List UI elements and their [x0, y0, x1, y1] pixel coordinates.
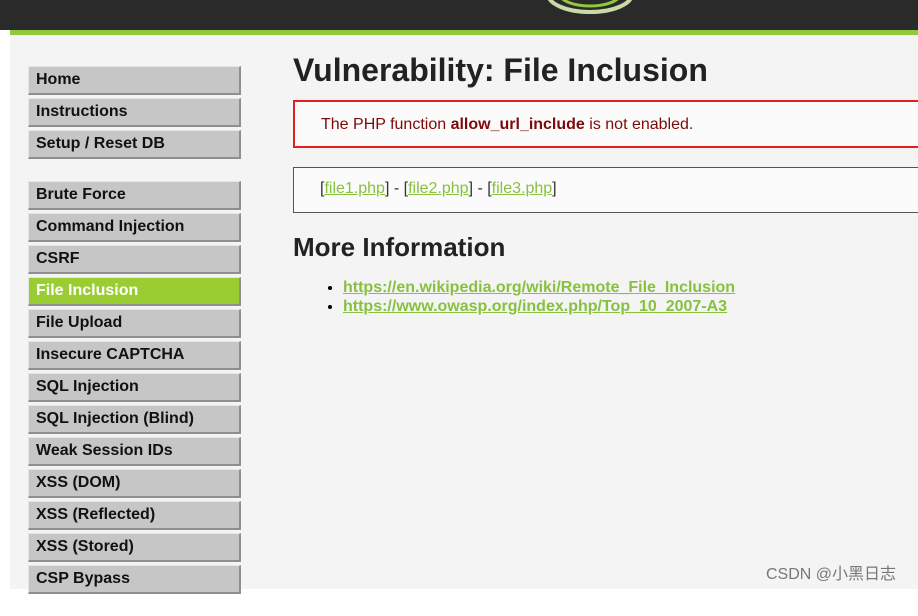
list-item: https://www.owasp.org/index.php/Top_10_2… [343, 297, 735, 316]
menu-item-instructions[interactable]: Instructions [28, 98, 241, 127]
warning-suffix: is not enabled. [584, 116, 694, 133]
file1-link[interactable]: file1.php [324, 180, 385, 197]
menu-item-csp-bypass[interactable]: CSP Bypass [28, 565, 241, 594]
sidebar-menu: Home Instructions Setup / Reset DB Brute… [28, 66, 241, 616]
bracket-close: ] [552, 180, 557, 197]
page-title: Vulnerability: File Inclusion [293, 52, 708, 88]
menu-item-xss-stored[interactable]: XSS (Stored) [28, 533, 241, 562]
owasp-top10-link[interactable]: https://www.owasp.org/index.php/Top_10_2… [343, 298, 727, 315]
menu-item-csrf[interactable]: CSRF [28, 245, 241, 274]
menu-item-setup-reset-db[interactable]: Setup / Reset DB [28, 130, 241, 159]
wikipedia-rfi-link[interactable]: https://en.wikipedia.org/wiki/Remote_Fil… [343, 279, 735, 296]
more-information-heading: More Information [293, 232, 506, 262]
file3-link[interactable]: file3.php [492, 180, 553, 197]
warning-message: The PHP function allow_url_include is no… [293, 100, 918, 148]
file-separator: ] - [ [468, 180, 492, 197]
file-separator: ] - [ [384, 180, 409, 197]
warning-function-name: allow_url_include [450, 116, 585, 133]
menu-group-general: Home Instructions Setup / Reset DB [28, 66, 241, 159]
warning-prefix: The PHP function [321, 116, 451, 133]
list-item: https://en.wikipedia.org/wiki/Remote_Fil… [343, 278, 735, 297]
menu-item-sql-injection-blind[interactable]: SQL Injection (Blind) [28, 405, 241, 434]
menu-item-insecure-captcha[interactable]: Insecure CAPTCHA [28, 341, 241, 370]
menu-item-xss-dom[interactable]: XSS (DOM) [28, 469, 241, 498]
header-bar [0, 0, 918, 30]
menu-item-weak-session-ids[interactable]: Weak Session IDs [28, 437, 241, 466]
csdn-watermark: CSDN @小黑日志 [766, 566, 897, 583]
menu-item-home[interactable]: Home [28, 66, 241, 95]
more-information-list: https://en.wikipedia.org/wiki/Remote_Fil… [325, 278, 735, 316]
menu-item-xss-reflected[interactable]: XSS (Reflected) [28, 501, 241, 530]
file-links-box: [file1.php] - [file2.php] - [file3.php] [293, 167, 918, 213]
menu-item-command-injection[interactable]: Command Injection [28, 213, 241, 242]
menu-item-file-inclusion[interactable]: File Inclusion [28, 277, 241, 306]
menu-item-file-upload[interactable]: File Upload [28, 309, 241, 338]
menu-item-brute-force[interactable]: Brute Force [28, 181, 241, 210]
menu-item-sql-injection[interactable]: SQL Injection [28, 373, 241, 402]
dvwa-logo-icon [540, 0, 640, 16]
file2-link[interactable]: file2.php [408, 180, 469, 197]
menu-group-vulnerabilities: Brute Force Command Injection CSRF File … [28, 181, 241, 594]
main-content: Vulnerability: File Inclusion The PHP fu… [293, 48, 918, 315]
